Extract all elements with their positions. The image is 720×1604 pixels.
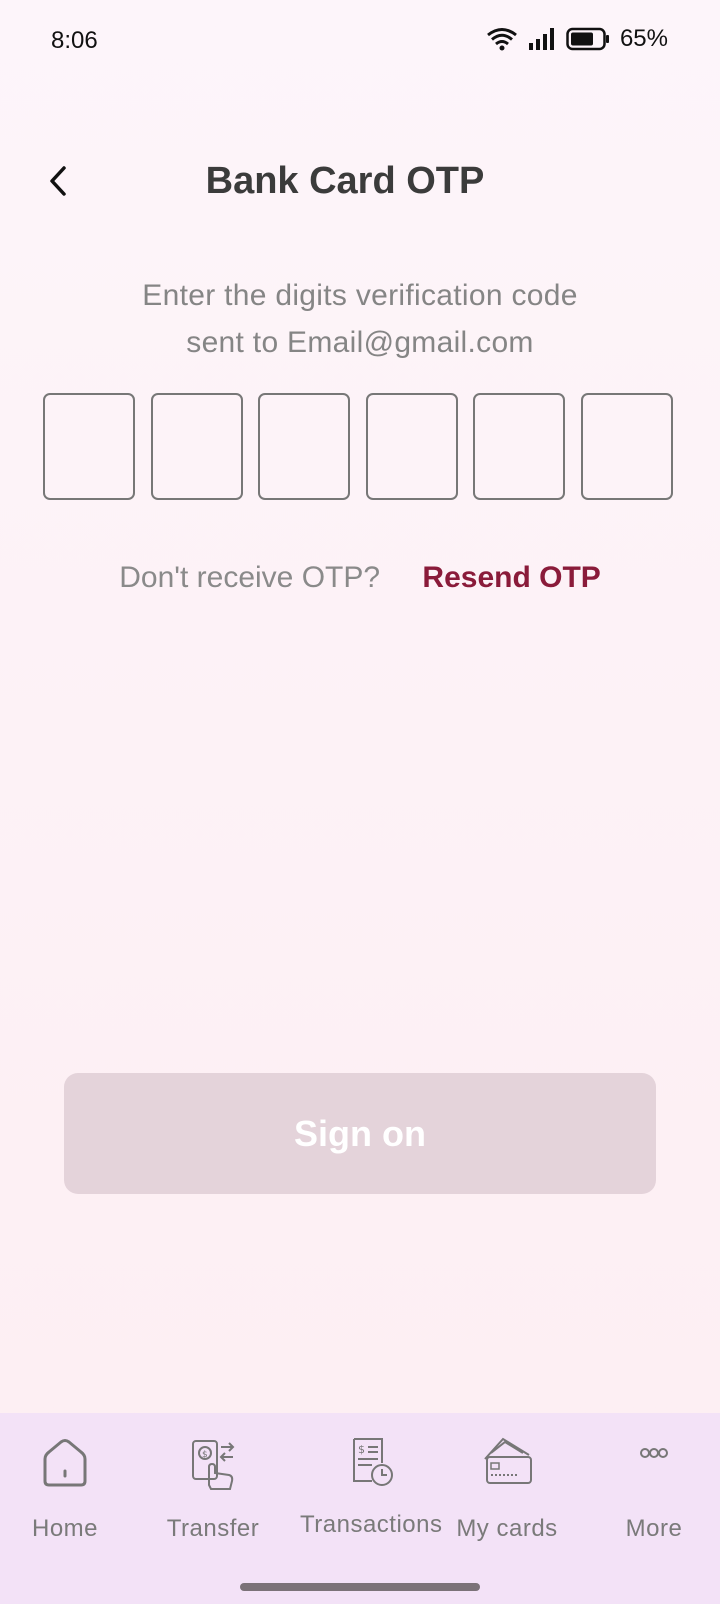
page-title: Bank Card OTP [205, 160, 485, 202]
transactions-icon: $ [353, 1438, 393, 1486]
otp-input-group [43, 393, 677, 501]
more-icon [640, 1448, 668, 1458]
sign-on-button[interactable]: Sign on [64, 1073, 656, 1194]
nav-label-transfer: Transfer [166, 1515, 260, 1542]
otp-digit-3[interactable] [258, 393, 350, 500]
svg-text:$: $ [202, 1450, 208, 1460]
nav-label-home: Home [31, 1515, 99, 1542]
signal-icon [528, 28, 554, 50]
nav-item-home[interactable]: Home [0, 1433, 135, 1543]
battery-icon [566, 27, 609, 51]
nav-item-more[interactable]: More [584, 1433, 720, 1543]
instructions-line-1: Enter the digits verification code [142, 279, 578, 312]
resend-question: Don't receive OTP? [119, 561, 381, 594]
nav-label-transactions: Transactions [300, 1511, 443, 1538]
cards-icon [484, 1437, 532, 1484]
otp-digit-6[interactable] [581, 393, 673, 500]
nav-label-my-cards: My cards [456, 1515, 558, 1542]
otp-digit-5[interactable] [473, 393, 565, 500]
svg-text:$: $ [358, 1443, 365, 1456]
resend-otp-link[interactable]: Resend OTP [422, 561, 600, 594]
instructions-line-2: sent to Email@gmail.com [186, 326, 534, 359]
nav-item-transactions[interactable]: $ Transactions [300, 1433, 443, 1539]
home-indicator[interactable] [240, 1583, 480, 1591]
nav-item-transfer[interactable]: $ Transfer [143, 1433, 283, 1543]
home-icon [43, 1439, 87, 1487]
instructions: Enter the digits verification code sent … [0, 272, 720, 366]
bottom-nav: Home $ Transfer $ Transactions My cards … [0, 1413, 720, 1604]
otp-digit-4[interactable] [366, 393, 458, 500]
battery-percent: 65% [619, 25, 668, 52]
transfer-icon: $ [192, 1440, 235, 1490]
status-time: 8:06 [51, 27, 98, 54]
otp-digit-2[interactable] [151, 393, 243, 500]
otp-digit-1[interactable] [43, 393, 135, 500]
nav-item-my-cards[interactable]: My cards [437, 1433, 577, 1543]
resend-row: Don't receive OTP? Resend OTP [0, 561, 720, 595]
wifi-icon [487, 28, 517, 51]
status-icons: 65% [486, 25, 668, 53]
nav-label-more: More [625, 1515, 683, 1542]
status-bar: 8:06 65% [0, 0, 720, 84]
